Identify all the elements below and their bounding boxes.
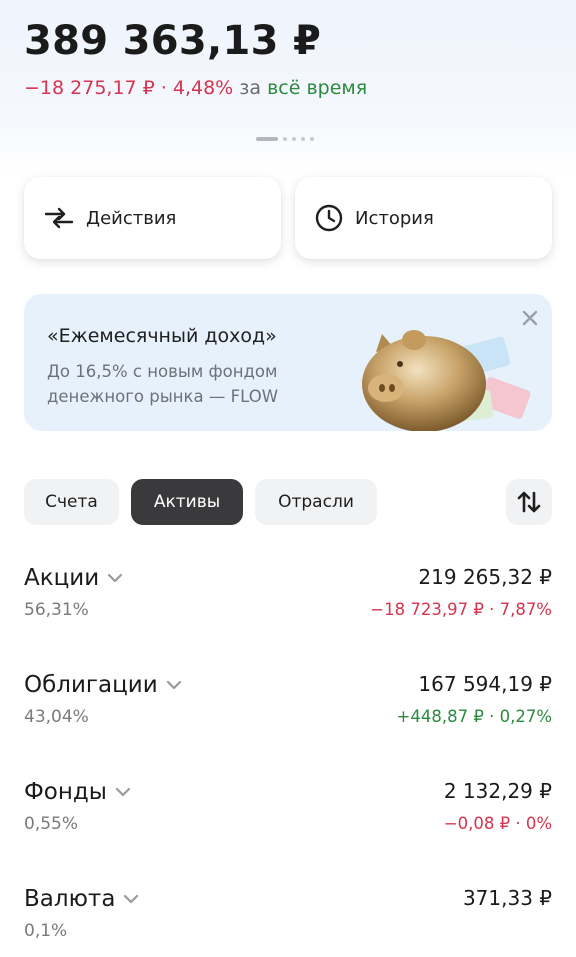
chevron-down-icon[interactable]: [107, 573, 123, 583]
asset-name: Акции: [24, 565, 123, 591]
asset-name-label: Фонды: [24, 779, 107, 805]
asset-share: 56,31%: [24, 600, 89, 620]
promo-text: До 16,5% с новым фондом денежного рынка …: [47, 362, 279, 406]
asset-name: Валюта: [24, 886, 139, 912]
chevron-down-icon[interactable]: [115, 787, 131, 797]
history-button[interactable]: История: [295, 177, 552, 259]
page-dot: [310, 137, 314, 141]
chevron-down-icon[interactable]: [166, 680, 182, 690]
asset-change: +448,87 ₽ · 0,27%: [396, 707, 552, 726]
tab-assets[interactable]: Активы: [131, 479, 243, 525]
asset-share: 0,55%: [24, 814, 79, 834]
swap-arrows-icon: [44, 207, 74, 229]
asset-amount: 2 132,29 ₽: [443, 779, 552, 803]
portfolio-total: 389 363,13 ₽: [24, 18, 322, 64]
asset-row-funds[interactable]: Фонды 0,55% 2 132,29 ₽ −0,08 ₽ · 0%: [24, 779, 552, 849]
sort-arrows-icon: [517, 491, 541, 513]
history-button-label: История: [355, 207, 434, 229]
tab-industries[interactable]: Отрасли: [255, 479, 377, 525]
page-indicator: [256, 137, 314, 141]
promo-title: «Ежемесячный доход»: [47, 325, 277, 347]
actions-button[interactable]: Действия: [24, 177, 281, 259]
clock-icon: [315, 204, 343, 232]
page-dot: [301, 137, 305, 141]
close-icon[interactable]: [518, 306, 542, 330]
asset-name: Фонды: [24, 779, 131, 805]
piggy-bank-image: [362, 330, 531, 431]
tab-accounts[interactable]: Счета: [24, 479, 119, 525]
asset-name-label: Облигации: [24, 672, 158, 698]
asset-amount: 167 594,19 ₽: [418, 672, 552, 696]
page-dot: [283, 137, 287, 141]
asset-name-label: Валюта: [24, 886, 116, 912]
asset-row-currency[interactable]: Валюта 0,1% 371,33 ₽: [24, 886, 552, 956]
asset-change: −0,08 ₽ · 0%: [443, 814, 552, 833]
asset-row-stocks[interactable]: Акции 56,31% 219 265,32 ₽ −18 723,97 ₽ ·…: [24, 565, 552, 635]
page-dot: [292, 137, 296, 141]
asset-name-label: Акции: [24, 565, 100, 591]
asset-change: −18 723,97 ₽ · 7,87%: [370, 600, 552, 619]
asset-amount: 219 265,32 ₽: [418, 565, 552, 589]
sort-button[interactable]: [506, 479, 552, 525]
portfolio-change-value: −18 275,17 ₽ · 4,48%: [24, 77, 234, 99]
asset-amount: 371,33 ₽: [462, 886, 552, 910]
asset-name: Облигации: [24, 672, 182, 698]
portfolio-change-period[interactable]: всё время: [267, 77, 367, 99]
asset-share: 43,04%: [24, 707, 89, 727]
promo-banner[interactable]: «Ежемесячный доход» До 16,5% с новым фон…: [24, 294, 552, 431]
portfolio-change: −18 275,17 ₽ · 4,48% за всё время: [24, 77, 367, 99]
chevron-down-icon[interactable]: [123, 894, 139, 904]
portfolio-change-prefix: за: [239, 77, 262, 99]
asset-share: 0,1%: [24, 921, 68, 941]
asset-row-bonds[interactable]: Облигации 43,04% 167 594,19 ₽ +448,87 ₽ …: [24, 672, 552, 742]
actions-button-label: Действия: [86, 207, 177, 229]
page-dot: [256, 137, 278, 141]
